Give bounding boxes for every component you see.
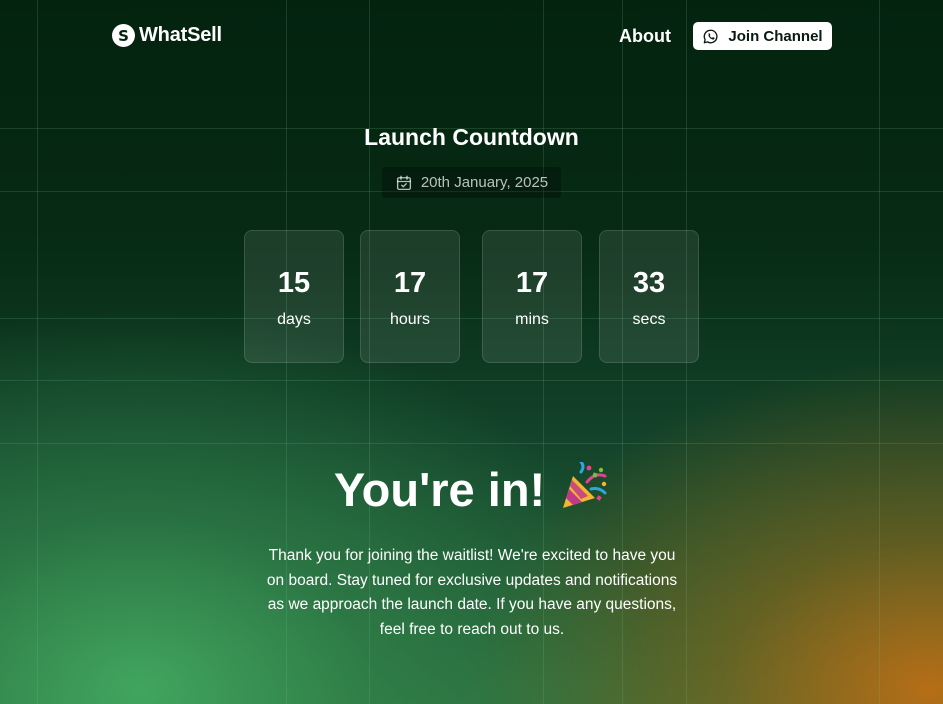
headline-text: You're in!	[333, 463, 546, 516]
mins-label: mins	[515, 311, 549, 328]
launch-date-badge: 20th January, 2025	[382, 167, 561, 198]
countdown-title: Launch Countdown	[364, 124, 579, 150]
whatsell-s-logo-icon: S	[112, 24, 135, 47]
countdown-mins: 17 mins	[482, 230, 582, 363]
party-popper-icon	[559, 460, 609, 523]
days-label: days	[277, 311, 311, 328]
confirmation-headline: You're in!	[0, 460, 943, 523]
countdown-hours: 17 hours	[360, 230, 460, 363]
countdown-secs: 33 secs	[599, 230, 699, 363]
brand-name: WhatSell	[139, 24, 222, 46]
secs-value: 33	[632, 267, 666, 299]
calendar-check-icon	[396, 175, 411, 190]
secs-label: secs	[632, 311, 666, 328]
join-channel-label: Join Channel	[728, 27, 823, 45]
whatsapp-icon	[704, 29, 718, 43]
join-channel-button[interactable]: Join Channel	[693, 22, 832, 50]
hours-value: 17	[393, 267, 427, 299]
confirmation-message: Thank you for joining the waitlist! We'r…	[266, 547, 678, 638]
countdown-days: 15 days	[244, 230, 344, 363]
brand-logo[interactable]: S WhatSell	[112, 24, 222, 47]
launch-date: 20th January, 2025	[420, 174, 549, 191]
days-value: 15	[277, 267, 311, 299]
about-link[interactable]: About	[619, 26, 671, 47]
mins-value: 17	[515, 267, 549, 299]
hours-label: hours	[389, 311, 431, 328]
